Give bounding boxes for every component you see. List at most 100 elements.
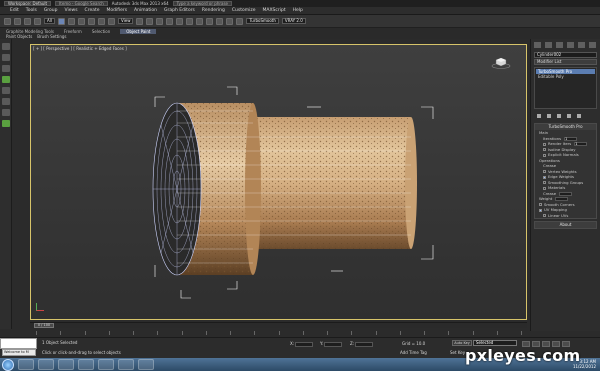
menu-item-graph-editors[interactable]: Graph Editors bbox=[164, 8, 195, 13]
percent-snap-icon[interactable] bbox=[166, 17, 174, 25]
maxscript-listener-input[interactable] bbox=[0, 338, 37, 349]
make-unique-icon[interactable] bbox=[557, 114, 561, 118]
uv-mapping-checkbox[interactable] bbox=[539, 208, 542, 212]
configure-sets-icon[interactable] bbox=[577, 114, 581, 118]
rotate-icon[interactable] bbox=[97, 17, 105, 25]
menu-item-group[interactable]: Group bbox=[44, 8, 58, 13]
ribbon-tab-freeform[interactable]: Freeform bbox=[64, 29, 82, 34]
reference-coordinate-dropdown[interactable]: View bbox=[117, 18, 134, 24]
angle-snap-icon[interactable] bbox=[156, 17, 164, 25]
utilities-tab-icon[interactable] bbox=[589, 42, 596, 48]
select-region-icon[interactable] bbox=[77, 17, 85, 25]
leaf-icon[interactable] bbox=[1, 120, 10, 127]
about-rollout-title[interactable]: About bbox=[535, 222, 596, 228]
create-tab-icon[interactable] bbox=[534, 42, 541, 48]
z-field[interactable] bbox=[355, 341, 374, 347]
pivot-icon[interactable] bbox=[136, 17, 144, 25]
show-end-result-icon[interactable] bbox=[547, 114, 551, 118]
linear-uvs-checkbox[interactable] bbox=[543, 214, 546, 217]
ribbon-tab-selection[interactable]: Selection bbox=[92, 29, 110, 34]
browser-tab[interactable]: Itemo - Google Search bbox=[55, 1, 108, 6]
tree-icon[interactable] bbox=[1, 76, 10, 83]
menu-item-customize[interactable]: Customize bbox=[232, 8, 256, 13]
link-icon[interactable] bbox=[24, 17, 31, 25]
y-field[interactable] bbox=[324, 341, 343, 347]
help-search-input[interactable]: Type a keyword or phrase bbox=[172, 1, 233, 6]
hierarchy-tab-icon[interactable] bbox=[556, 42, 563, 48]
curve-editor-icon[interactable] bbox=[206, 17, 214, 25]
stack-item-editable-poly[interactable]: Editable Poly bbox=[536, 74, 595, 79]
undo-icon[interactable] bbox=[4, 17, 11, 25]
material-editor-icon[interactable] bbox=[216, 17, 224, 25]
menu-item-rendering[interactable]: Rendering bbox=[202, 8, 225, 13]
menu-item-help[interactable]: Help bbox=[293, 8, 303, 13]
remove-modifier-icon[interactable] bbox=[567, 114, 571, 118]
box-icon[interactable] bbox=[1, 87, 10, 94]
ribbon-tab-object-paint[interactable]: Object Paint bbox=[120, 28, 157, 34]
plugin-turbosmooth-button[interactable]: TurboSmooth bbox=[246, 18, 279, 24]
smooth-corners-checkbox[interactable] bbox=[539, 203, 542, 206]
maxscript-output[interactable]: Welcome to M bbox=[2, 349, 36, 356]
display-tab-icon[interactable] bbox=[578, 42, 585, 48]
render-iters-checkbox[interactable] bbox=[543, 142, 546, 146]
perspective-viewport[interactable]: [ + ] [ Perspective ] [ Realistic + Edge… bbox=[30, 44, 527, 320]
cork-model[interactable] bbox=[31, 45, 527, 320]
render-iters-spinner[interactable]: 1 bbox=[574, 142, 588, 146]
snap-icon[interactable] bbox=[146, 17, 154, 25]
viewcube-icon[interactable] bbox=[491, 55, 511, 69]
taskbar-chrome-icon[interactable] bbox=[98, 359, 114, 370]
taskbar-firefox-icon[interactable] bbox=[78, 359, 94, 370]
taskbar-media-icon[interactable] bbox=[58, 359, 74, 370]
set-key-button[interactable]: Set Key bbox=[450, 350, 465, 355]
taskbar-photoshop-icon[interactable] bbox=[138, 359, 154, 370]
ribbon-sub-brush-settings[interactable]: Brush Settings bbox=[37, 34, 66, 39]
render-setup-icon[interactable] bbox=[226, 17, 234, 25]
mirror-icon[interactable] bbox=[176, 17, 184, 25]
start-button-icon[interactable] bbox=[2, 358, 14, 371]
track-bar[interactable] bbox=[30, 328, 527, 337]
select-icon[interactable] bbox=[1, 43, 10, 50]
modify-tab-icon[interactable] bbox=[545, 42, 552, 48]
menu-item-maxscript[interactable]: MAXScript bbox=[263, 8, 286, 13]
selection-filter-dropdown[interactable]: All bbox=[44, 18, 55, 24]
iterations-spinner[interactable]: 1 bbox=[564, 136, 578, 141]
smoothing-groups-checkbox[interactable] bbox=[543, 181, 546, 184]
select-by-name-icon[interactable] bbox=[67, 17, 75, 25]
materials-checkbox[interactable] bbox=[543, 186, 546, 190]
taskbar-ie-icon[interactable] bbox=[18, 359, 34, 370]
workspace-dropdown[interactable]: Workspace: Default bbox=[4, 1, 52, 6]
menu-item-modifiers[interactable]: Modifiers bbox=[107, 8, 128, 13]
taskbar-explorer-icon[interactable] bbox=[38, 359, 54, 370]
brush-icon[interactable] bbox=[1, 65, 10, 72]
pin-stack-icon[interactable] bbox=[537, 114, 541, 118]
weight-spinner[interactable] bbox=[555, 197, 569, 201]
motion-tab-icon[interactable] bbox=[567, 42, 574, 48]
sphere-icon[interactable] bbox=[1, 98, 10, 105]
object-name-field[interactable]: Cylinder002 bbox=[534, 52, 597, 58]
isoline-checkbox[interactable] bbox=[543, 148, 546, 151]
menu-item-animation[interactable]: Animation bbox=[134, 8, 157, 13]
align-icon[interactable] bbox=[186, 17, 194, 25]
unlink-icon[interactable] bbox=[34, 17, 41, 25]
menu-item-tools[interactable]: Tools bbox=[26, 8, 37, 13]
crease-spinner[interactable] bbox=[559, 191, 573, 196]
menu-item-create[interactable]: Create bbox=[85, 8, 100, 13]
ribbon-tab-graphite-modeling-tools[interactable]: Graphite Modeling Tools bbox=[6, 29, 54, 34]
edge-weights-checkbox[interactable] bbox=[543, 175, 546, 179]
add-time-tag-button[interactable]: Add Time Tag bbox=[400, 350, 427, 355]
x-field[interactable] bbox=[295, 341, 314, 347]
taskbar-3dsmax-icon[interactable] bbox=[118, 359, 134, 370]
render-icon[interactable] bbox=[236, 17, 244, 25]
move-icon[interactable] bbox=[87, 17, 95, 25]
select-object-icon[interactable] bbox=[57, 17, 65, 25]
redo-icon[interactable] bbox=[14, 17, 21, 25]
plugin-vray-button[interactable]: VRAY 2.0 bbox=[281, 18, 306, 24]
scale-icon[interactable] bbox=[107, 17, 115, 25]
cylinder-icon[interactable] bbox=[1, 109, 10, 116]
paint-icon[interactable] bbox=[1, 54, 10, 61]
menu-item-edit[interactable]: Edit bbox=[10, 8, 19, 13]
explicit-normals-checkbox[interactable] bbox=[543, 153, 546, 157]
modifier-list-dropdown[interactable]: Modifier List bbox=[534, 59, 597, 65]
menu-item-views[interactable]: Views bbox=[65, 8, 78, 13]
vertex-weights-checkbox[interactable] bbox=[543, 170, 546, 173]
